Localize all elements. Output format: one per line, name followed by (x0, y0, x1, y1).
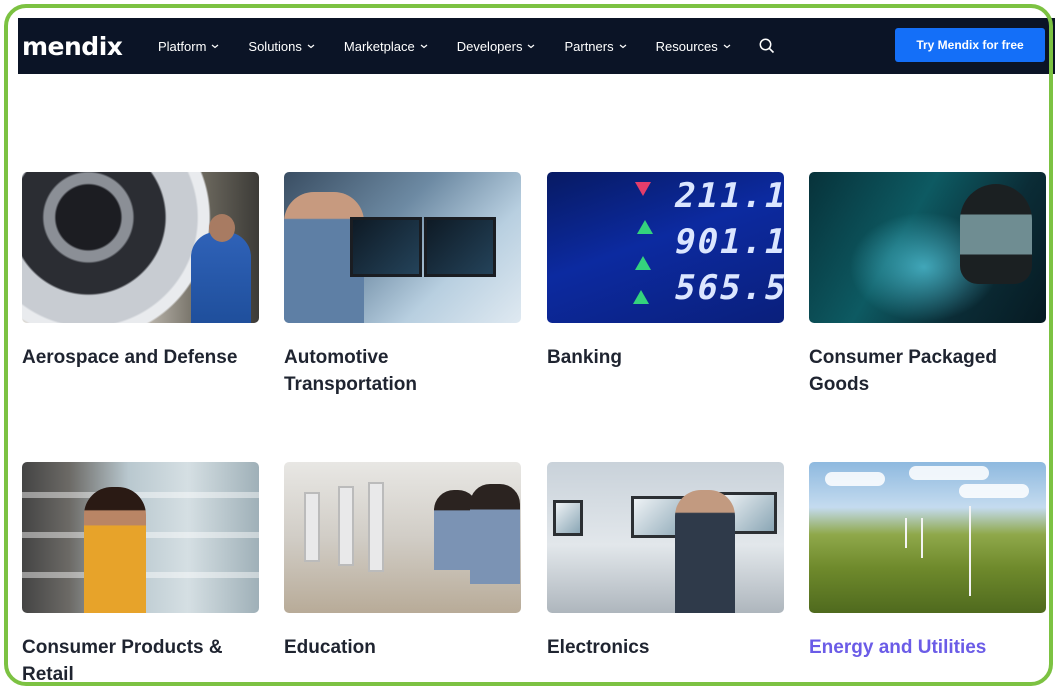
industry-title[interactable]: Electronics (547, 634, 784, 661)
cloud (909, 466, 989, 480)
industry-image (547, 462, 784, 613)
person-figure (960, 184, 1032, 284)
monitor (338, 486, 354, 566)
industry-card-banking[interactable]: 211.1 901.1 565.5 Banking (547, 172, 784, 371)
ticker-number: 901.1 (670, 222, 784, 262)
industry-title[interactable]: Energy and Utilities (809, 634, 1046, 661)
ticker-number: 565.5 (670, 268, 784, 308)
up-arrow-icon (635, 256, 651, 270)
nav-label: Partners (564, 38, 614, 54)
industry-card-electronics[interactable]: Electronics (547, 462, 784, 661)
chevron-down-icon (212, 44, 219, 49)
industry-title[interactable]: Consumer Packaged Goods (809, 344, 1046, 398)
worker-figure (191, 232, 251, 323)
industry-title[interactable]: Banking (547, 344, 784, 371)
industry-image: 211.1 901.1 565.5 (547, 172, 784, 323)
nav-solutions[interactable]: Solutions (248, 38, 315, 54)
nav-label: Resources (655, 38, 718, 54)
main-menu: Platform Solutions Marketplace Developer… (158, 37, 776, 55)
person-figure (84, 487, 146, 613)
industry-card-education[interactable]: Education (284, 462, 521, 661)
chevron-down-icon (528, 44, 535, 49)
cloud (959, 484, 1029, 498)
industry-card-cpg[interactable]: Consumer Packaged Goods (809, 172, 1046, 398)
nav-partners[interactable]: Partners (564, 39, 626, 54)
up-arrow-icon (633, 290, 649, 304)
cloud (825, 472, 885, 486)
nav-developers[interactable]: Developers (457, 39, 536, 54)
industry-card-retail[interactable]: Consumer Products & Retail (22, 462, 259, 688)
industry-image (284, 462, 521, 613)
worker-head (209, 214, 235, 242)
industry-image (284, 172, 521, 323)
ticker-number: 211.1 (670, 176, 784, 216)
student-figure (470, 484, 520, 584)
down-arrow-icon (635, 182, 651, 196)
wind-turbine (905, 518, 907, 548)
up-arrow-icon (637, 220, 653, 234)
chevron-down-icon (619, 44, 626, 49)
monitor (368, 482, 384, 572)
nav-platform[interactable]: Platform (158, 39, 219, 54)
screen (553, 500, 583, 536)
chevron-down-icon (307, 44, 315, 49)
shelf (22, 492, 259, 498)
nav-label: Platform (158, 38, 207, 54)
industry-title[interactable]: Education (284, 634, 521, 661)
industry-image (809, 462, 1046, 613)
industry-image (809, 172, 1046, 323)
top-navigation: mendix Platform Solutions Marketplace De… (18, 18, 1055, 74)
industry-card-automotive[interactable]: Automotive Transportation (284, 172, 521, 398)
wind-turbine (921, 518, 923, 558)
industry-title[interactable]: Aerospace and Defense (22, 344, 259, 371)
nav-resources[interactable]: Resources (656, 39, 731, 54)
engineer-figure (675, 490, 735, 613)
try-mendix-button[interactable]: Try Mendix for free (895, 28, 1045, 62)
monitor (350, 217, 422, 277)
industry-card-aerospace[interactable]: Aerospace and Defense (22, 172, 259, 371)
industry-image (22, 462, 259, 613)
industry-title[interactable]: Automotive Transportation (284, 344, 521, 398)
nav-label: Developers (456, 38, 523, 54)
monitor (304, 492, 320, 562)
search-icon[interactable] (758, 37, 776, 55)
nav-label: Solutions (248, 38, 302, 54)
chevron-down-icon (723, 44, 731, 49)
nav-label: Marketplace (343, 38, 415, 54)
wind-turbine (969, 506, 971, 596)
nav-marketplace[interactable]: Marketplace (344, 39, 428, 54)
industry-card-energy[interactable]: Energy and Utilities (809, 462, 1046, 661)
industry-image (22, 172, 259, 323)
chevron-down-icon (420, 44, 428, 49)
industry-title[interactable]: Consumer Products & Retail (22, 634, 259, 688)
monitor (424, 217, 496, 277)
mendix-logo[interactable]: mendix (22, 32, 158, 61)
